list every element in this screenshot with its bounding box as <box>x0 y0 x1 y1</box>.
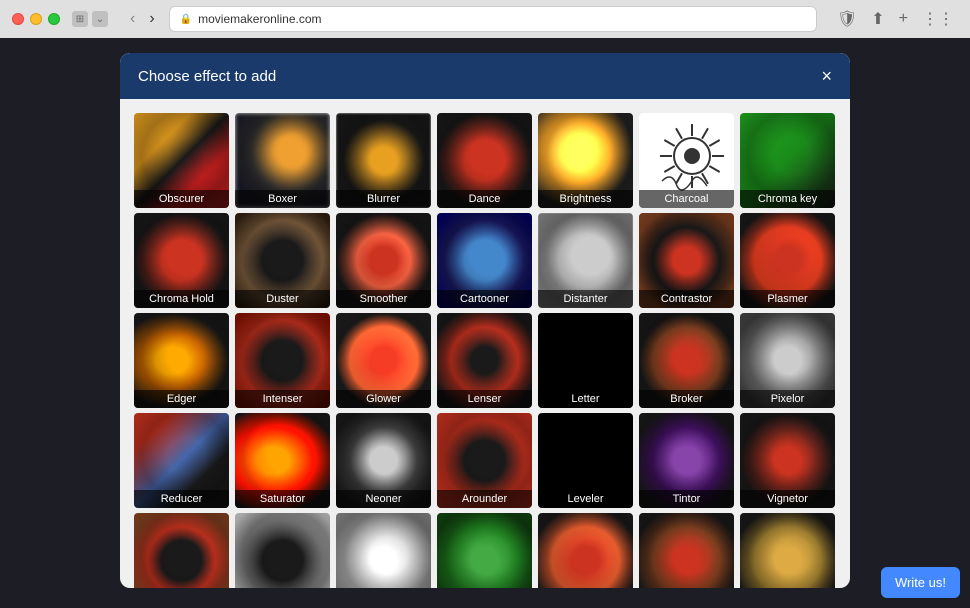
effect-label-duster: Duster <box>235 290 330 308</box>
forward-button[interactable]: › <box>143 8 160 30</box>
write-us-button[interactable]: Write us! <box>881 567 960 598</box>
effect-chromakey[interactable]: Chroma key <box>740 113 835 208</box>
effect-reducer[interactable]: Reducer <box>134 413 229 508</box>
effect-label-reducer: Reducer <box>134 490 229 508</box>
effect-label-plasmer: Plasmer <box>740 290 835 308</box>
effect-canvas-invertor <box>336 513 431 588</box>
effect-chromahold[interactable]: Chroma Hold <box>134 213 229 308</box>
url-text: moviemakeronline.com <box>198 12 321 26</box>
effect-label-broker: Broker <box>639 390 734 408</box>
title-bar: ⊞ ⌄ ‹ › 🔒 moviemakeronline.com 🛡 ⬆ + ⋮⋮ <box>0 0 970 38</box>
effect-pixelor[interactable]: Pixelor <box>740 313 835 408</box>
maximize-button[interactable] <box>48 13 60 25</box>
effect-obscurer[interactable]: Obscurer <box>134 113 229 208</box>
effect-saturator[interactable]: Saturator <box>235 413 330 508</box>
effect-tintor[interactable]: Tintor <box>639 413 734 508</box>
effect-canvas-olderer <box>639 513 734 588</box>
effect-boxer[interactable]: Boxer <box>235 113 330 208</box>
effect-label-leveler: Leveler <box>538 490 633 508</box>
effect-label-lenser: Lenser <box>437 390 532 408</box>
effect-cartooner[interactable]: Cartooner <box>437 213 532 308</box>
effect-label-pixelor: Pixelor <box>740 390 835 408</box>
traffic-lights <box>12 13 60 25</box>
effect-label-obscurer: Obscurer <box>134 190 229 208</box>
effect-charcoal[interactable]: Charcoal <box>639 113 734 208</box>
share-button[interactable]: ⬆ <box>867 7 888 31</box>
extensions-button[interactable]: ⋮⋮ <box>918 7 958 31</box>
effect-scratcher[interactable]: Scratcher <box>437 513 532 588</box>
close-button[interactable] <box>12 13 24 25</box>
effect-letter[interactable]: Letter <box>538 313 633 408</box>
effect-label-distanter: Distanter <box>538 290 633 308</box>
effect-sepiator[interactable]: Sepiator <box>740 513 835 588</box>
effect-canvas-greyer <box>235 513 330 588</box>
sidebar-toggle[interactable]: ⊞ <box>72 11 88 27</box>
browser-content: Choose effect to add × Obscurer Boxer Blur… <box>0 38 970 608</box>
effects-grid: Obscurer Boxer Blurrer Dance Brightness Char… <box>134 113 836 588</box>
effect-label-edger: Edger <box>134 390 229 408</box>
lock-icon: 🔒 <box>180 14 192 25</box>
effect-label-intenser: Intenser <box>235 390 330 408</box>
effect-mirrorer[interactable]: Mirrorer <box>538 513 633 588</box>
effect-invertor[interactable]: Invertor <box>336 513 431 588</box>
window-menu[interactable]: ⌄ <box>92 11 108 27</box>
effect-brightness[interactable]: Brightness <box>538 113 633 208</box>
effect-label-saturator: Saturator <box>235 490 330 508</box>
effect-label-glower: Glower <box>336 390 431 408</box>
modal-header: Choose effect to add × <box>120 53 850 99</box>
effect-label-arounder: Arounder <box>437 490 532 508</box>
effect-label-tintor: Tintor <box>639 490 734 508</box>
effect-label-letter: Letter <box>538 390 633 408</box>
effect-label-chromahold: Chroma Hold <box>134 290 229 308</box>
effect-label-vignetor: Vignetor <box>740 490 835 508</box>
effect-label-contrastor: Contrastor <box>639 290 734 308</box>
toolbar-actions: 🛡 ⬆ + ⋮⋮ <box>833 7 958 31</box>
effect-smoother[interactable]: Smoother <box>336 213 431 308</box>
effect-contrastor[interactable]: Contrastor <box>639 213 734 308</box>
effect-intenser[interactable]: Intenser <box>235 313 330 408</box>
effect-blurrer[interactable]: Blurrer <box>336 113 431 208</box>
effect-broker[interactable]: Broker <box>639 313 734 408</box>
effect-canvas-scratcher <box>437 513 532 588</box>
browser-chrome: ⊞ ⌄ ‹ › 🔒 moviemakeronline.com 🛡 ⬆ + ⋮⋮ <box>0 0 970 38</box>
effect-greyer[interactable]: Greyer <box>235 513 330 588</box>
effect-glower[interactable]: Glower <box>336 313 431 408</box>
effect-label-smoother: Smoother <box>336 290 431 308</box>
effect-label-neoner: Neoner <box>336 490 431 508</box>
effect-label-brightness: Brightness <box>538 190 633 208</box>
effect-dance[interactable]: Dance <box>437 113 532 208</box>
effect-lenser[interactable]: Lenser <box>437 313 532 408</box>
effect-canvas-mirrorer <box>538 513 633 588</box>
effect-olderer[interactable]: Olderer <box>639 513 734 588</box>
window-controls: ⊞ ⌄ <box>72 11 108 27</box>
address-bar[interactable]: 🔒 moviemakeronline.com <box>169 6 817 32</box>
modal-close-button[interactable]: × <box>821 67 832 85</box>
effect-label-charcoal: Charcoal <box>639 190 734 208</box>
effect-label-dance: Dance <box>437 190 532 208</box>
effect-label-boxer: Boxer <box>235 190 330 208</box>
effect-neoner[interactable]: Neoner <box>336 413 431 508</box>
effect-label-cartooner: Cartooner <box>437 290 532 308</box>
effect-grainer[interactable]: Grainer <box>134 513 229 588</box>
modal-overlay: Choose effect to add × Obscurer Boxer Blur… <box>0 38 970 608</box>
effect-canvas-sepiator <box>740 513 835 588</box>
effect-edger[interactable]: Edger <box>134 313 229 408</box>
effect-label-chromakey: Chroma key <box>740 190 835 208</box>
shield-icon[interactable]: 🛡 <box>833 7 861 31</box>
effect-distanter[interactable]: Distanter <box>538 213 633 308</box>
effect-label-blurrer: Blurrer <box>336 190 431 208</box>
effect-leveler[interactable]: Leveler <box>538 413 633 508</box>
minimize-button[interactable] <box>30 13 42 25</box>
effect-vignetor[interactable]: Vignetor <box>740 413 835 508</box>
modal-body: Obscurer Boxer Blurrer Dance Brightness Char… <box>120 99 850 588</box>
effect-arounder[interactable]: Arounder <box>437 413 532 508</box>
back-button[interactable]: ‹ <box>124 8 141 30</box>
effect-plasmer[interactable]: Plasmer <box>740 213 835 308</box>
modal-title: Choose effect to add <box>138 68 276 85</box>
effects-modal: Choose effect to add × Obscurer Boxer Blur… <box>120 53 850 588</box>
nav-buttons: ‹ › <box>124 8 161 30</box>
effect-duster[interactable]: Duster <box>235 213 330 308</box>
effect-canvas-grainer <box>134 513 229 588</box>
new-tab-button[interactable]: + <box>895 8 912 30</box>
